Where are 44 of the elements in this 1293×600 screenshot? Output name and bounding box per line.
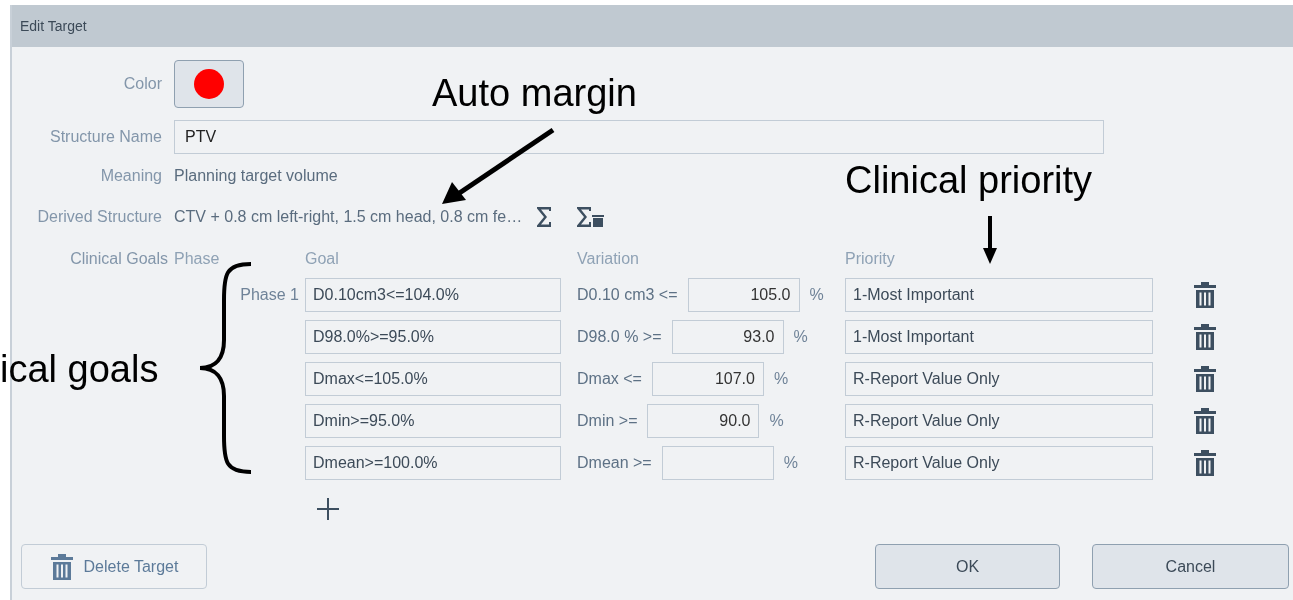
meaning-label: Meaning: [99, 167, 163, 185]
phase-label: Phase 1: [240, 286, 300, 304]
priority-field[interactable]: R-Report Value Only: [845, 404, 1153, 438]
goal-field[interactable]: D0.10cm3<=104.0%: [305, 278, 561, 312]
ok-button[interactable]: OK: [875, 544, 1060, 589]
variation-label: Dmax <=: [577, 370, 642, 388]
variation-label: Dmin >=: [577, 412, 638, 430]
clinical-goals-label: Clinical Goals: [69, 250, 169, 268]
color-label: Color: [122, 75, 163, 93]
column-header: Phase: [174, 250, 221, 268]
goal-field[interactable]: Dmin>=95.0%: [305, 404, 561, 438]
derived-structure-label: Derived Structure: [36, 208, 163, 226]
priority-field[interactable]: 1-Most Important: [845, 278, 1153, 312]
priority-field[interactable]: 1-Most Important: [845, 320, 1153, 354]
unit-label: %: [793, 328, 808, 346]
unit-label: %: [809, 286, 824, 304]
meaning-value: Planning target volume: [174, 167, 338, 185]
goal-field[interactable]: D98.0%>=95.0%: [305, 320, 561, 354]
column-header: Goal: [305, 250, 340, 268]
annotation-text: Clinical priority: [845, 158, 1093, 203]
unit-label: %: [773, 370, 789, 388]
variation-label: D98.0 % >=: [577, 328, 662, 346]
variation-field[interactable]: 107.0: [651, 362, 764, 396]
priority-field[interactable]: R-Report Value Only: [845, 362, 1153, 396]
cancel-button[interactable]: Cancel: [1092, 544, 1289, 589]
variation-field[interactable]: 105.0: [687, 278, 800, 312]
column-header: Variation: [577, 250, 640, 268]
annotation-text: ical goals: [0, 347, 159, 392]
unit-label: %: [769, 412, 784, 430]
variation-label: Dmean >=: [577, 454, 652, 472]
variation-field[interactable]: 93.0: [671, 320, 784, 354]
derived-structure-value: CTV + 0.8 cm left-right, 1.5 cm head, 0.8 cm fe…: [174, 208, 523, 226]
unit-label: %: [783, 454, 798, 472]
delete-target-button[interactable]: Delete Target: [21, 544, 207, 589]
priority-field[interactable]: R-Report Value Only: [845, 446, 1153, 480]
structure-name-label: Structure Name: [48, 128, 163, 146]
variation-field[interactable]: 90.0: [647, 404, 760, 438]
structure-name-field[interactable]: PTV: [174, 120, 1104, 154]
goal-field[interactable]: Dmean>=100.0%: [305, 446, 561, 480]
variation-label: D0.10 cm3 <=: [577, 286, 678, 304]
annotation-text: Auto margin: [432, 71, 637, 116]
column-header: Priority: [845, 250, 896, 268]
window-title: Edit Target: [12, 5, 1293, 47]
goal-field[interactable]: Dmax<=105.0%: [305, 362, 561, 396]
